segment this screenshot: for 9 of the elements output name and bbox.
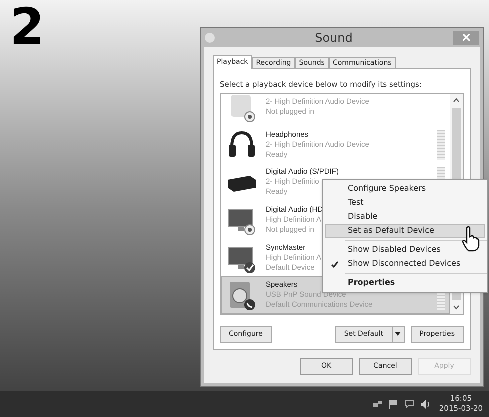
menu-item-label: Show Disconnected Devices <box>348 258 461 270</box>
menu-item-label: Configure Speakers <box>348 183 426 195</box>
menu-item-label: Set as Default Device <box>348 225 434 237</box>
menu-item-label: Disable <box>348 211 378 223</box>
step-number: 2 <box>10 2 45 52</box>
menu-item-label: Properties <box>348 277 396 289</box>
menu-item-label: Test <box>348 197 364 209</box>
window-title: Sound <box>314 30 354 46</box>
menu-item-label: Show Disabled Devices <box>348 244 441 256</box>
